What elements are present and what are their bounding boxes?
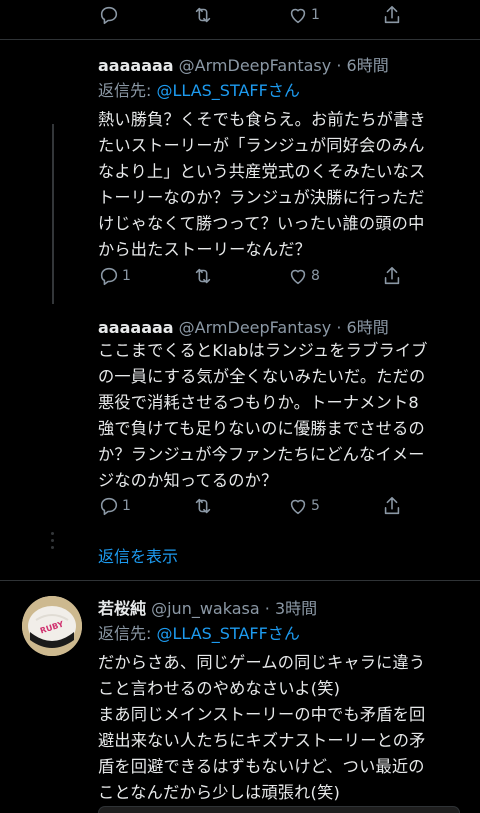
replying-handle[interactable]: @LLAS_STAFFさん	[157, 624, 300, 643]
replying-handle[interactable]: @LLAS_STAFFさん	[157, 81, 300, 100]
avatar-image: RUBY	[22, 596, 82, 656]
tweet-line: トーリーなのか？ランジュが決勝に行っただ	[98, 188, 425, 207]
share-button[interactable]	[381, 495, 403, 517]
tweet-action-bar: 1 5	[0, 492, 480, 522]
like-count: 1	[311, 7, 320, 23]
reply-count: 1	[122, 498, 131, 514]
divider	[0, 580, 480, 581]
timestamp[interactable]: 6時間	[347, 318, 389, 337]
tweet-line: から出たストーリーなんだ？	[98, 240, 312, 259]
tweet-line: ここまでくるとKlabはランジュをラブライブ	[98, 341, 428, 360]
tweet-line: 強で負けても足りないのに優勝までさせるの	[98, 419, 425, 438]
replying-to: 返信先: @LLAS_STAFFさん	[98, 620, 300, 644]
reply-button[interactable]: 1	[98, 495, 131, 517]
tweet-line: ジなのか知ってるのか？	[98, 471, 278, 490]
show-replies-link[interactable]: 返信を表示	[98, 543, 178, 567]
reply-icon	[100, 267, 118, 286]
retweet-icon	[195, 7, 211, 23]
user-handle[interactable]: @ArmDeepFantasy	[179, 318, 332, 337]
tweet-text: 熱い勝負？くそでも食らえ。お前たちが書き たいストーリーが「ランジュが同好会のみ…	[98, 107, 468, 263]
tweet-line: だからさあ、同じゲームの同じキャラに違う	[98, 653, 426, 672]
tweet-line: けじゃなくて勝つって？いったい誰の頭の中	[98, 214, 425, 233]
like-count: 8	[311, 268, 320, 284]
display-name[interactable]: 若桜純	[98, 599, 146, 618]
heart-icon	[290, 269, 306, 285]
tweet-line: か？ランジュが今ファンたちにどんなイメー	[98, 445, 425, 464]
replying-to: 返信先: @LLAS_STAFFさん	[98, 77, 300, 101]
reply-count: 1	[122, 268, 131, 284]
tweet-header: aaaaaaa @ArmDeepFantasy · 6時間	[98, 56, 389, 75]
reply-button[interactable]: 1	[98, 265, 131, 287]
retweet-icon	[195, 498, 211, 514]
tweet-line: 盾を回避できるはずもないけど、つい最近の	[98, 757, 425, 776]
reply-icon	[100, 497, 118, 516]
retweet-button[interactable]	[192, 265, 214, 287]
like-button[interactable]: 5	[287, 495, 320, 517]
media-preview-edge[interactable]	[98, 806, 460, 813]
timestamp[interactable]: 3時間	[275, 599, 317, 618]
tweet-text: ここまでくるとKlabはランジュをラブライブ の一員にする気が全くないみたいだ。…	[98, 338, 468, 494]
tweet-line: 避出来ない人たちにキズナストーリーとの矛	[98, 731, 426, 750]
replying-label: 返信先:	[98, 81, 152, 100]
thread-dots	[51, 532, 54, 553]
user-handle[interactable]: @ArmDeepFantasy	[179, 56, 332, 75]
tweet-line: 悪役で消耗させるつもりか。トーナメント8	[98, 393, 419, 412]
share-icon	[384, 496, 400, 515]
display-name[interactable]: aaaaaaa	[98, 56, 174, 75]
timestamp[interactable]: 6時間	[347, 56, 389, 75]
share-icon	[384, 266, 400, 285]
like-button[interactable]: 1	[287, 4, 320, 26]
tweet-line: ことなんだから少しは頑張れ(笑)	[98, 783, 340, 802]
tweet-line: まあ同じメインストーリーの中でも矛盾を回	[98, 705, 426, 724]
tweet-header: 若桜純 @jun_wakasa · 3時間	[98, 599, 318, 618]
tweet-line: こと言わせるのやめなさいよ(笑)	[98, 679, 341, 698]
replying-label: 返信先:	[98, 624, 152, 643]
tweet-line: なより上」という共産党式のくそみたいなス	[98, 162, 426, 181]
share-icon	[384, 5, 400, 24]
display-name[interactable]: aaaaaaa	[98, 318, 174, 337]
heart-icon	[290, 499, 306, 515]
like-button[interactable]: 8	[287, 265, 320, 287]
divider	[0, 39, 480, 40]
share-button[interactable]	[381, 4, 403, 26]
reply-button[interactable]	[98, 4, 120, 26]
tweet-line: たいストーリーが「ランジュが同好会のみん	[98, 136, 425, 155]
like-count: 5	[311, 498, 320, 514]
heart-icon	[290, 8, 306, 24]
tweet-text: だからさあ、同じゲームの同じキャラに違う こと言わせるのやめなさいよ(笑) まあ…	[98, 650, 468, 806]
avatar[interactable]: RUBY	[22, 596, 82, 656]
tweet-action-bar: 1 8	[0, 262, 480, 292]
retweet-button[interactable]	[192, 4, 214, 26]
user-handle[interactable]: @jun_wakasa	[151, 599, 260, 618]
top-action-bar: 1	[0, 0, 480, 32]
reply-icon	[100, 6, 118, 25]
share-button[interactable]	[381, 265, 403, 287]
tweet-header: aaaaaaa @ArmDeepFantasy · 6時間	[98, 318, 389, 337]
retweet-button[interactable]	[192, 495, 214, 517]
tweet-line: 熱い勝負？くそでも食らえ。お前たちが書き	[98, 110, 426, 129]
tweet-line: の一員にする気が全くないみたいだ。ただの	[98, 367, 426, 386]
retweet-icon	[195, 268, 211, 284]
